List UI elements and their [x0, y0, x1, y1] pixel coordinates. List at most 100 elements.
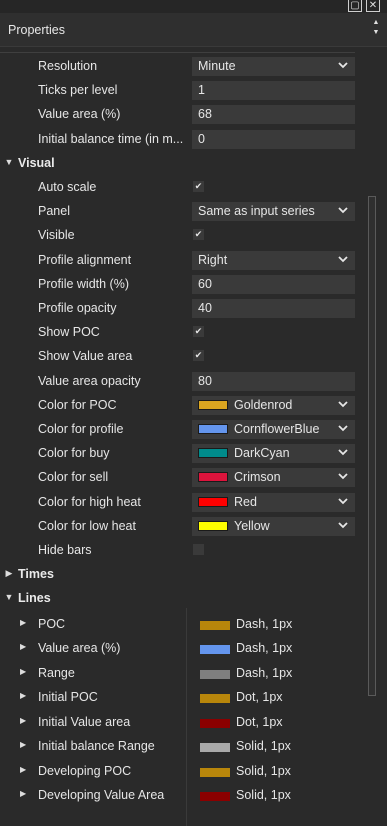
color-name: CornflowerBlue	[234, 422, 320, 436]
value-text: 1	[198, 83, 205, 98]
expand-icon[interactable]: ▶	[20, 716, 26, 725]
expand-icon[interactable]: ▶	[20, 691, 26, 700]
line-style-text: Dash, 1px	[236, 665, 293, 680]
property-row: Color for high heat Red	[0, 491, 368, 515]
visual-color-select[interactable]: Yellow	[192, 516, 355, 536]
chevron-down-icon[interactable]	[337, 445, 349, 459]
chevron-down-icon[interactable]	[337, 421, 349, 435]
visual-checkbox[interactable]: ✔	[193, 181, 204, 192]
property-label: Visible	[38, 228, 75, 243]
param-input[interactable]: 0	[192, 129, 355, 149]
property-row: Profile opacity 40	[0, 297, 368, 321]
property-row: Ticks per level 1	[0, 79, 368, 103]
visual-input[interactable]: 60	[192, 274, 355, 294]
toggle-icon[interactable]: ▼	[4, 592, 14, 602]
value-text: 68	[198, 107, 212, 122]
visual-checkbox[interactable]	[193, 544, 204, 555]
property-row: Auto scale ✔	[0, 176, 368, 200]
visual-color-select[interactable]: Crimson	[192, 468, 355, 488]
chevron-down-icon[interactable]	[337, 203, 349, 217]
line-row[interactable]: ▶ Developing POC Solid, 1px	[0, 760, 368, 784]
property-label: Initial balance time (in m...	[38, 131, 184, 146]
visual-select[interactable]: Right	[192, 250, 355, 270]
property-label: Color for buy	[38, 446, 110, 461]
category-times[interactable]: ▶ Times	[0, 563, 368, 587]
chevron-down-icon[interactable]	[337, 469, 349, 483]
expand-icon[interactable]: ▶	[20, 740, 26, 749]
category-lines[interactable]: ▼ Lines	[0, 587, 368, 611]
value-text: Same as input series	[198, 204, 315, 219]
property-label: Color for high heat	[38, 494, 141, 509]
property-row: Initial balance time (in m... 0	[0, 128, 368, 152]
visual-checkbox[interactable]: ✔	[193, 350, 204, 362]
chevron-down-icon[interactable]	[337, 494, 349, 508]
toggle-icon[interactable]: ▶	[4, 568, 14, 579]
line-style-text: Solid, 1px	[236, 788, 291, 803]
visual-color-select[interactable]: CornflowerBlue	[192, 420, 355, 439]
line-row[interactable]: ▶ Initial Value area Dot, 1px	[0, 711, 368, 735]
visual-input[interactable]: 80	[192, 371, 355, 391]
lines-column-divider	[186, 608, 187, 826]
visual-checkbox[interactable]: ✔	[193, 326, 204, 338]
color-name: DarkCyan	[234, 446, 290, 461]
visual-color-select[interactable]: Goldenrod	[192, 395, 355, 415]
property-row: Show Value area ✔	[0, 345, 368, 369]
chevron-down-icon[interactable]	[337, 252, 349, 266]
color-swatch	[198, 472, 228, 483]
chevron-down-icon[interactable]	[337, 58, 349, 72]
close-button[interactable]: ✕	[366, 0, 380, 12]
param-select[interactable]: Minute	[192, 57, 355, 76]
category-visual[interactable]: ▼ Visual	[0, 152, 368, 176]
property-row: Value area (%) 68	[0, 103, 368, 127]
line-style-text: Dash, 1px	[236, 616, 293, 631]
expand-icon[interactable]: ▶	[20, 667, 26, 676]
param-input[interactable]: 68	[192, 105, 355, 125]
line-color-swatch	[200, 792, 230, 802]
property-row: Color for POC Goldenrod	[0, 394, 368, 418]
restore-button[interactable]: ▢	[348, 0, 362, 12]
line-label: POC	[38, 616, 66, 631]
property-label: Profile opacity	[38, 301, 117, 315]
visual-color-select[interactable]: Red	[192, 492, 355, 512]
chevron-down-icon[interactable]	[337, 397, 349, 411]
line-label: Value area (%)	[38, 641, 121, 656]
line-row[interactable]: ▶ POC Dash, 1px	[0, 613, 368, 637]
param-input[interactable]: 1	[192, 81, 355, 101]
scroll-up-icon[interactable]: ▲	[371, 18, 381, 28]
property-label: Profile alignment	[38, 252, 132, 267]
line-row[interactable]: ▶ Developing Value Area Solid, 1px	[0, 784, 368, 808]
line-row[interactable]: ▶ Initial balance Range Solid, 1px	[0, 735, 368, 759]
line-row[interactable]: ▶ Range Dash, 1px	[0, 662, 368, 686]
line-row[interactable]: ▶ Initial POC Dot, 1px	[0, 686, 368, 710]
expand-icon[interactable]: ▶	[20, 765, 26, 774]
properties-header: Properties ▲ ▼	[0, 13, 387, 47]
line-label: Range	[38, 665, 75, 680]
property-label: Color for sell	[38, 470, 109, 485]
line-label: Developing POC	[38, 763, 132, 778]
property-row: Value area opacity 80	[0, 370, 368, 394]
line-color-swatch	[200, 767, 230, 777]
line-color-swatch	[200, 743, 230, 753]
chevron-down-icon[interactable]	[337, 518, 349, 532]
color-swatch	[198, 496, 228, 507]
line-label: Developing Value Area	[38, 788, 165, 803]
property-row: Color for low heat Yellow	[0, 515, 368, 539]
line-row[interactable]: ▶ Value area (%) Dash, 1px	[0, 637, 368, 661]
expand-icon[interactable]: ▶	[20, 642, 26, 651]
toggle-icon[interactable]: ▼	[4, 157, 14, 167]
expand-icon[interactable]: ▶	[20, 789, 26, 798]
property-row: Profile alignment Right	[0, 249, 368, 273]
category-label: Visual	[18, 155, 55, 170]
visual-input[interactable]: 40	[192, 299, 355, 318]
header-scroll-spinner[interactable]: ▲ ▼	[371, 18, 381, 42]
scroll-down-icon[interactable]: ▼	[371, 28, 381, 38]
vertical-scrollbar[interactable]	[368, 196, 376, 696]
visual-color-select[interactable]: DarkCyan	[192, 444, 355, 464]
color-swatch	[198, 424, 228, 434]
expand-icon[interactable]: ▶	[20, 618, 26, 627]
line-label: Initial POC	[38, 690, 98, 705]
property-row: Panel Same as input series	[0, 200, 368, 224]
visual-select[interactable]: Same as input series	[192, 202, 355, 222]
property-label: Value area (%)	[38, 107, 121, 122]
visual-checkbox[interactable]: ✔	[193, 229, 204, 241]
